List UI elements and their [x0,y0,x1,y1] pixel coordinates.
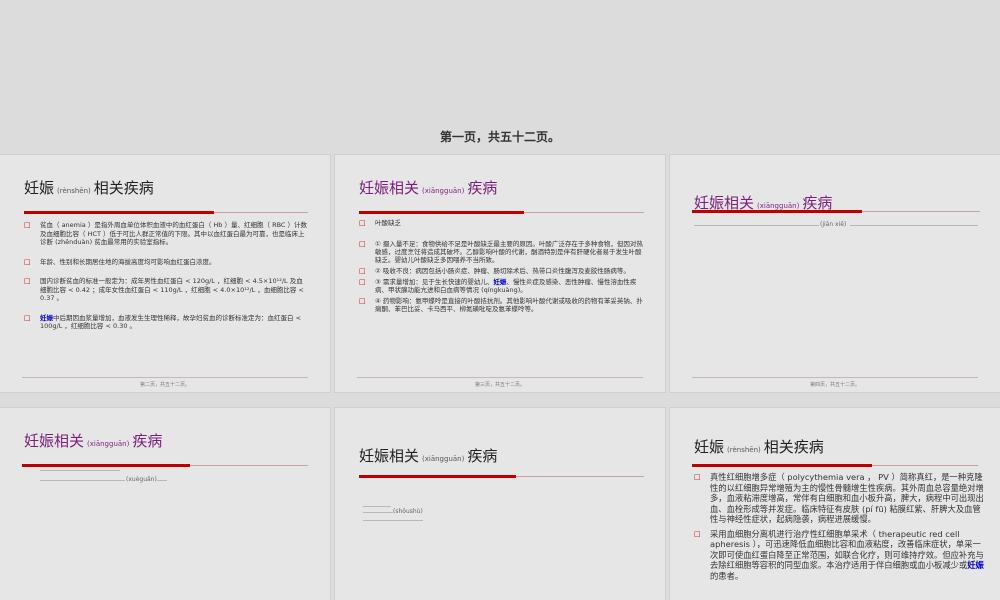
highlighted-term: 妊娠 [967,560,984,570]
title-text: 妊娠 [24,179,55,197]
slide-sorter-header: 第一页，共五十二页。 [0,0,1000,150]
bullet-text: 国内诊断贫血的标准一般定为：成年男性血红蛋白 < 120g/L ，红细胞 < 4… [40,277,304,302]
slide-thumbnail-3[interactable]: 妊娠相关 (xiāngguān) 疾病 □ 叶酸缺乏 □ ① 摄入量不足：食物供给不足是… [335,155,665,392]
slide-footer: 第二页，共五十二页。 [139,382,190,388]
tiny-text-line [850,225,978,226]
title-underline [359,211,524,214]
bullet-item: □ 采用血细胞分离机进行治疗性红细胞单采术（ therapeutic red ce… [694,529,984,582]
title-text: 妊娠相关 [24,432,85,450]
title-underline-thin [516,476,644,477]
title-text: 相关疾病 [763,438,824,456]
tiny-pinyin: (xuèguǎn) [126,476,157,483]
slide-title: 妊娠 (rènshēn) 相关疾病 [694,436,824,457]
bullet-marker-icon: □ [694,529,701,538]
bullet-list: □ 叶酸缺乏 □ ① 摄入量不足：食物供给不足是叶酸缺乏最主要的原因。叶酸广泛存在于… [359,219,643,316]
footer-rule [357,377,643,378]
title-underline-thin [862,211,980,212]
bullet-text: 叶酸缺乏 [375,219,401,227]
title-text: 疾病 [467,179,498,197]
bullet-marker-icon: □ [359,219,366,227]
title-pinyin: (xiāngguān) [757,202,800,210]
bullet-marker-icon: □ [24,257,31,266]
title-pinyin: (xiāngguān) [87,440,130,448]
bullet-text: 采用血细胞分离机进行治疗性红细胞单采术（ therapeutic red cel… [710,528,984,571]
tiny-text-line [157,480,167,481]
title-pinyin: (rènshēn) [57,187,91,195]
bullet-marker-icon: □ [24,277,31,285]
bullet-item: □ 真性红细胞增多症（ polycythemia vera ， PV ）简称真红，… [694,472,984,525]
slide-thumbnail-7[interactable]: 妊娠 (rènshēn) 相关疾病 □ 真性红细胞增多症（ polycythemia … [670,408,1000,600]
highlighted-term: 妊娠 [40,313,53,322]
title-underline-thin [214,212,308,213]
bullet-marker-icon: □ [24,313,31,322]
slide-thumbnail-5[interactable]: 妊娠相关 (xiāngguān) 疾病 (xuèguǎn) [0,408,330,600]
bullet-marker-icon: □ [359,297,366,305]
bullet-item: □ 贫血（ anemia ）是指外周血单位体积血液中的血红蛋白（ Hb ）量、红细… [24,221,308,247]
bullet-list: □ 贫血（ anemia ）是指外周血单位体积血液中的血红蛋白（ Hb ）量、红细… [24,221,308,342]
bullet-marker-icon: □ [359,240,366,248]
title-underline [359,475,516,478]
tiny-pinyin: (shǒushù) [393,508,423,515]
bullet-text: ③ 需求量增加：见于生长快速的婴幼儿、 [375,278,494,286]
page-indicator: 第一页，共五十二页。 [439,130,560,144]
tiny-text-line [694,225,819,226]
footer-rule [22,377,308,378]
bullet-item: □ ③ 需求量增加：见于生长快速的婴幼儿、妊娠、慢性炎症及感染、恶性肿瘤、慢性溶血… [359,278,643,294]
bullet-item: □ 国内诊断贫血的标准一般定为：成年男性血红蛋白 < 120g/L ，红细胞 < … [24,277,308,303]
tiny-text-line [40,480,125,481]
bullet-item: □ 年龄、性别和长期居住地的海拔高度均可影响血红蛋白浓度。 [24,258,308,267]
title-pinyin: (xiāngguān) [422,455,465,463]
bullet-text: 年龄、性别和长期居住地的海拔高度均可影响血红蛋白浓度。 [40,257,216,266]
title-text: 疾病 [132,432,163,450]
bullet-text: 真性红细胞增多症（ polycythemia vera ， PV ）简称真红，是… [710,472,984,524]
slide-title: 妊娠相关 (xiāngguān) 疾病 [359,177,497,198]
title-underline-thin [872,465,978,466]
bullet-list: □ 真性红细胞增多症（ polycythemia vera ， PV ）简称真红，… [694,472,984,585]
tiny-pinyin: (jiān xiē) [820,221,847,228]
tiny-text-line [363,506,391,507]
title-text: 相关疾病 [93,179,154,197]
bullet-marker-icon: □ [694,473,701,481]
tiny-text-line [363,520,423,521]
title-underline-thin [524,212,644,213]
bullet-text: 中后期因血浆量增加，血液发生生理性稀释，故孕妇贫血的诊断标准定为：血红蛋白 < … [40,313,302,331]
bullet-text: ④ 药物影响：氨甲蝶呤是直接的叶酸拮抗剂。其他影响叶酸代谢或吸收的药物有苯妥英钠… [375,297,643,313]
bullet-item: □ 叶酸缺乏 [359,219,643,227]
title-text: 妊娠相关 [359,447,420,465]
highlighted-term: 妊娠 [493,278,507,286]
title-pinyin: (xiāngguān) [422,187,465,195]
bullet-marker-icon: □ [359,278,366,286]
slide-thumbnail-2[interactable]: 妊娠 (rènshēn) 相关疾病 □ 贫血（ anemia ）是指外周血单位体积血液… [0,155,330,392]
tiny-text-line [40,470,120,471]
bullet-marker-icon: □ [359,267,366,275]
footer-rule [692,377,978,378]
bullet-marker-icon: □ [24,221,31,229]
slide-thumbnail-6[interactable]: 妊娠相关 (xiāngguān) 疾病 (shǒushù) [335,408,665,600]
title-text: 妊娠 [694,438,725,456]
title-underline-thin [190,465,308,466]
bullet-item: □ 妊娠中后期因血浆量增加，血液发生生理性稀释，故孕妇贫血的诊断标准定为：血红蛋白… [24,314,308,331]
bullet-item: □ ① 摄入量不足：食物供给不足是叶酸缺乏最主要的原因。叶酸广泛存在于多种食物，但… [359,240,643,264]
title-text: 妊娠相关 [359,179,420,197]
bullet-text: 的患者。 [710,570,744,581]
slide-footer: 第三页，共五十二页。 [474,382,525,388]
title-underline [692,464,872,467]
bullet-item: □ ② 吸收不良：病因包括小肠炎症、肿瘤、肠切除术后、热带口炎性腹泻及麦胶性肠病等… [359,267,643,275]
slide-title: 妊娠相关 (xiāngguān) 疾病 [24,430,162,451]
title-pinyin: (rènshēn) [727,446,761,454]
bullet-text: ② 吸收不良：病因包括小肠炎症、肿瘤、肠切除术后、热带口炎性腹泻及麦胶性肠病等。 [375,267,630,275]
bullet-text: ① 摄入量不足：食物供给不足是叶酸缺乏最主要的原因。叶酸广泛存在于多种食物，但因… [375,240,643,264]
slide-thumbnail-4[interactable]: 妊娠相关 (xiāngguān) 疾病 (jiān xiē) 第四页，共五十二页。 [670,155,1000,392]
tiny-text-line [363,512,393,513]
bullet-text: 贫血（ anemia ）是指外周血单位体积血液中的血红蛋白（ Hb ）量、红细胞… [40,221,308,246]
title-underline [24,211,214,214]
slide-footer: 第四页，共五十二页。 [809,382,860,388]
title-underline [692,210,862,213]
slide-title: 妊娠 (rènshēn) 相关疾病 [24,177,154,198]
title-text: 疾病 [467,447,498,465]
title-underline [22,464,190,467]
bullet-item: □ ④ 药物影响：氨甲蝶呤是直接的叶酸拮抗剂。其他影响叶酸代谢或吸收的药物有苯妥英… [359,297,643,313]
slide-title: 妊娠相关 (xiāngguān) 疾病 [359,445,497,466]
